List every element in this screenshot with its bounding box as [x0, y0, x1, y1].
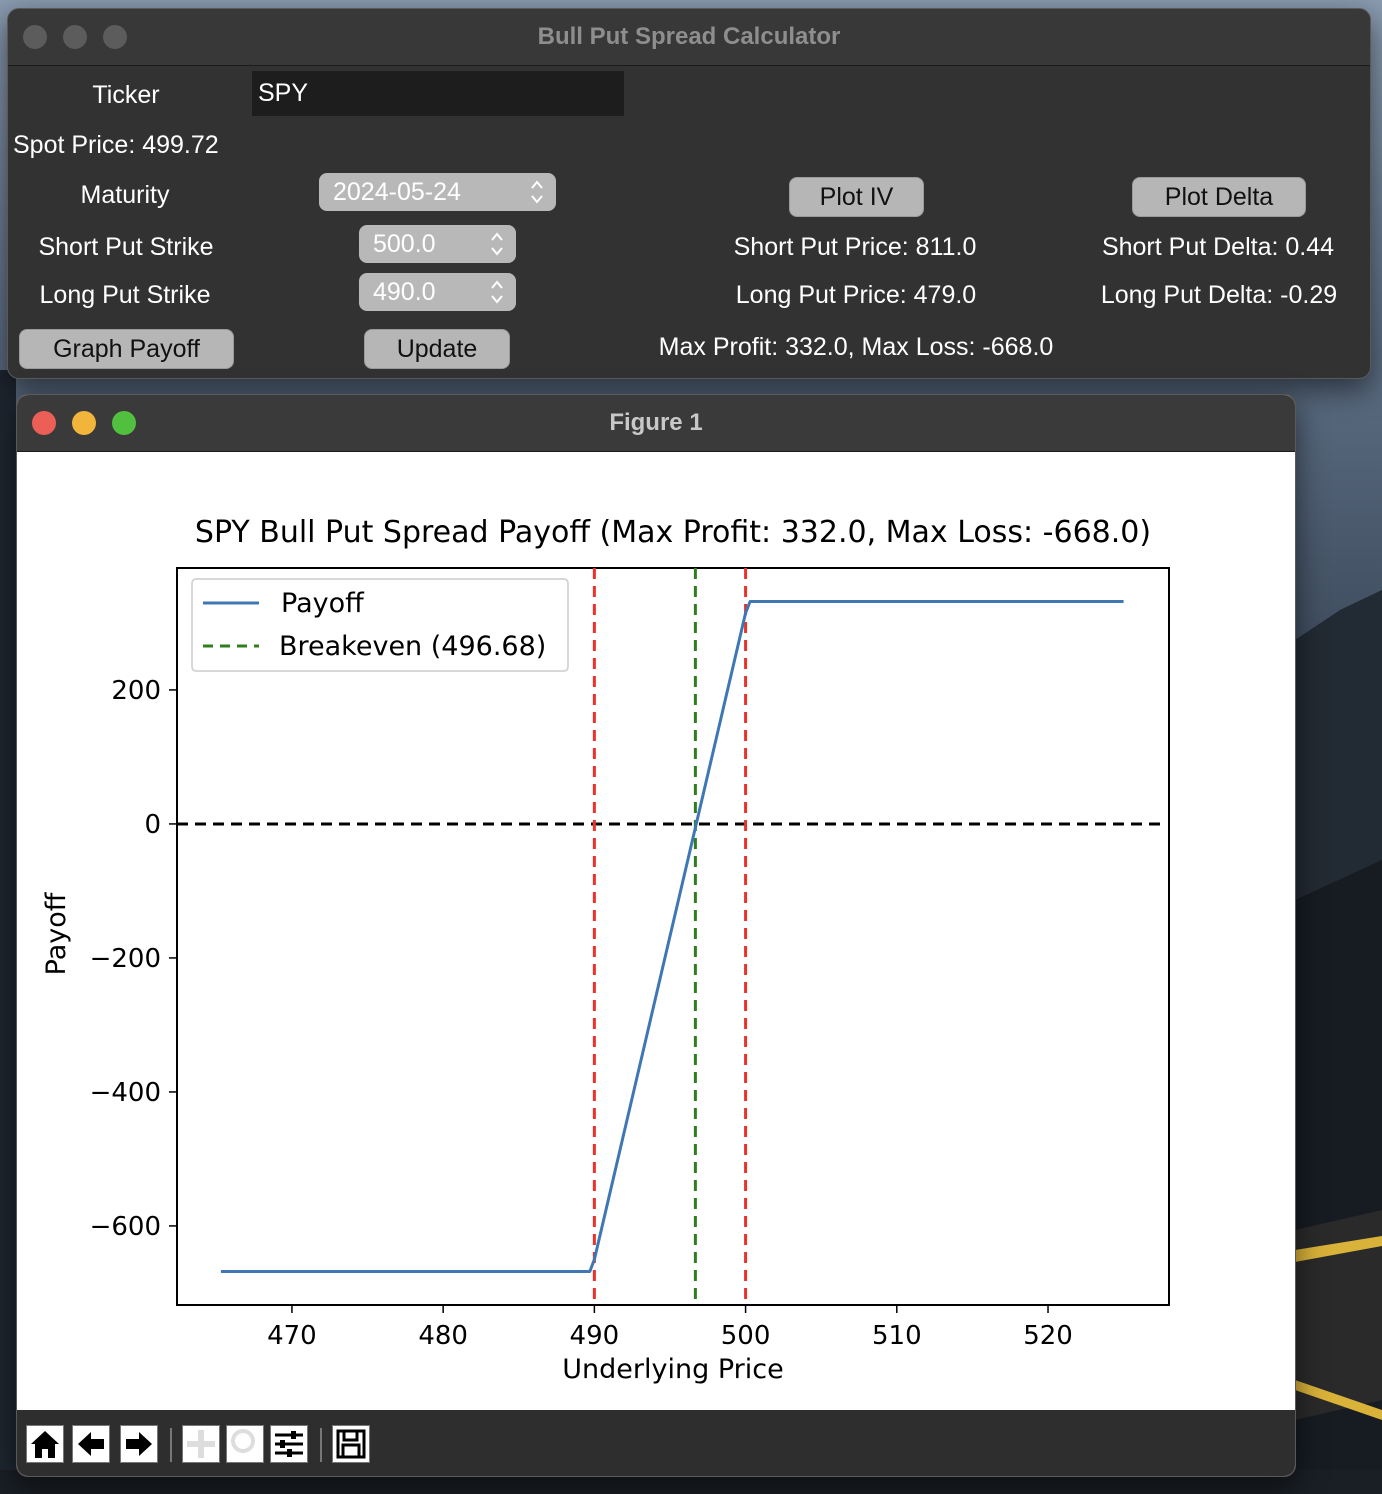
plot-delta-button[interactable]: Plot Delta — [1132, 177, 1306, 217]
plot-frame — [176, 567, 1170, 1306]
calculator-titlebar: Bull Put Spread Calculator — [8, 9, 1370, 66]
calculator-window-title: Bull Put Spread Calculator — [537, 23, 841, 50]
calculator-window: Bull Put Spread Calculator Ticker SPY Sp… — [7, 8, 1371, 379]
save-icon[interactable] — [332, 1425, 370, 1463]
configure-subplots-icon[interactable] — [270, 1425, 308, 1463]
update-button[interactable]: Update — [364, 329, 510, 369]
short-put-strike-stepper[interactable]: 500.0 — [359, 225, 516, 263]
x-axis-label: Underlying Price — [562, 1354, 783, 1385]
x-tick-label: 490 — [570, 1321, 620, 1351]
payoff-chart: SPY Bull Put Spread Payoff (Max Profit: … — [41, 515, 1170, 1385]
maturity-select[interactable]: 2024-05-24 — [319, 173, 556, 211]
zoom-icon[interactable] — [226, 1425, 264, 1463]
short-put-strike-label: Short Put Strike — [38, 233, 214, 261]
short-put-delta-label: Short Put Delta: 0.44 — [1101, 233, 1335, 261]
chart-title: SPY Bull Put Spread Payoff (Max Profit: … — [195, 515, 1151, 550]
short-put-strike-value: 500.0 — [373, 230, 436, 258]
long-put-strike-stepper[interactable]: 490.0 — [359, 273, 516, 311]
figure-toolbar — [17, 1410, 1295, 1476]
ticker-label: Ticker — [92, 81, 160, 109]
long-put-strike-value: 490.0 — [373, 278, 436, 306]
plot-area[interactable]: 470 480 490 500 510 520 −600 −400 −200 0 200 — [90, 567, 1170, 1351]
payoff-line — [220, 600, 1124, 1273]
toolbar-separator — [170, 1428, 172, 1462]
x-tick-label: 510 — [872, 1321, 922, 1351]
updown-chevron-icon[interactable] — [490, 277, 504, 307]
updown-chevron-icon[interactable] — [490, 229, 504, 259]
legend-payoff-label: Payoff — [281, 588, 365, 619]
y-tick-label: 0 — [144, 810, 161, 840]
pan-icon[interactable] — [182, 1425, 220, 1463]
legend-breakeven-label: Breakeven (496.68) — [279, 631, 546, 662]
short-put-price-label: Short Put Price: 811.0 — [733, 233, 977, 261]
forward-arrow-icon[interactable] — [120, 1425, 158, 1463]
y-tick-label: −600 — [90, 1212, 161, 1242]
spot-price-label: Spot Price: 499.72 — [13, 131, 219, 159]
y-axis-label: Payoff — [41, 891, 72, 975]
maturity-label: Maturity — [80, 181, 170, 209]
ticker-input[interactable]: SPY — [252, 71, 624, 116]
long-put-strike-label: Long Put Strike — [39, 281, 211, 309]
graph-payoff-button[interactable]: Graph Payoff — [19, 329, 234, 369]
maturity-value: 2024-05-24 — [333, 178, 461, 206]
back-arrow-icon[interactable] — [72, 1425, 110, 1463]
updown-chevron-icon — [531, 180, 543, 204]
x-tick-label: 500 — [721, 1321, 771, 1351]
toolbar-separator — [320, 1428, 322, 1462]
legend: Payoff Breakeven (496.68) — [191, 578, 569, 672]
y-tick-label: −400 — [90, 1078, 161, 1108]
home-icon[interactable] — [26, 1425, 64, 1463]
long-put-delta-label: Long Put Delta: -0.29 — [1100, 281, 1338, 309]
y-tick-label: −200 — [90, 944, 161, 974]
figure-titlebar: Figure 1 — [17, 395, 1295, 452]
plot-iv-button[interactable]: Plot IV — [789, 177, 924, 217]
long-put-price-label: Long Put Price: 479.0 — [735, 281, 977, 309]
figure-window: Figure 1 SPY Bull Put Spread Payoff (Max… — [16, 394, 1296, 1477]
max-profit-loss-label: Max Profit: 332.0, Max Loss: -668.0 — [658, 333, 1054, 361]
x-tick-label: 520 — [1023, 1321, 1073, 1351]
x-tick-label: 480 — [418, 1321, 468, 1351]
y-tick-label: 200 — [111, 676, 161, 706]
x-tick-label: 470 — [267, 1321, 317, 1351]
figure-window-title: Figure 1 — [609, 409, 703, 436]
